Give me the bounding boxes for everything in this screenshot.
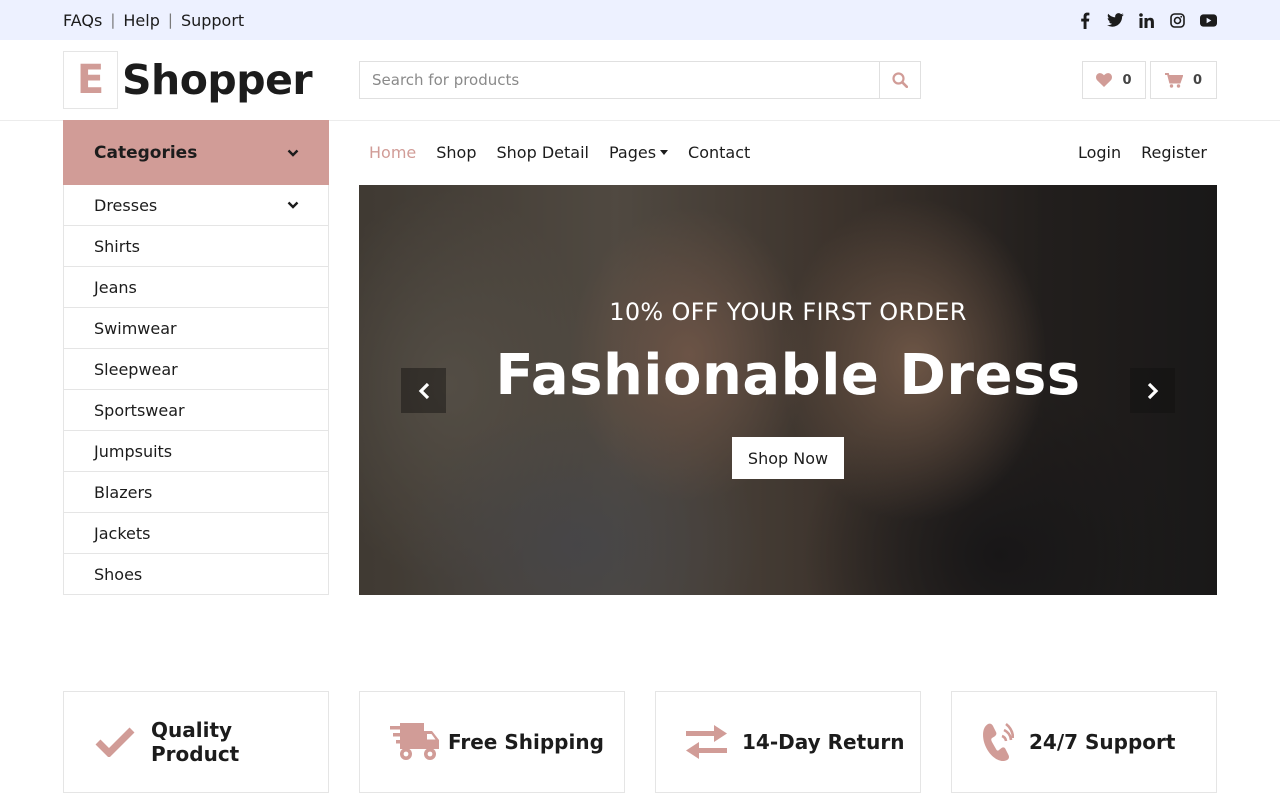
category-label: Jeans: [94, 277, 137, 297]
nav-shop-detail[interactable]: Shop Detail: [497, 143, 589, 162]
category-item-jackets[interactable]: Jackets: [64, 512, 328, 553]
category-item-shirts[interactable]: Shirts: [64, 225, 328, 266]
nav-pages[interactable]: Pages: [608, 143, 669, 162]
help-link[interactable]: Help: [123, 11, 159, 30]
category-item-jumpsuits[interactable]: Jumpsuits: [64, 430, 328, 471]
chevron-left-icon: [418, 382, 429, 399]
category-item-sleepwear[interactable]: Sleepwear: [64, 348, 328, 389]
instagram-icon[interactable]: [1169, 12, 1186, 29]
search-bar: [359, 61, 921, 99]
category-item-jeans[interactable]: Jeans: [64, 266, 328, 307]
categories-toggle[interactable]: Categories: [63, 120, 329, 185]
top-links: FAQs | Help | Support: [63, 0, 244, 40]
wishlist-count: 0: [1122, 72, 1132, 88]
feature-label: 24/7 Support: [1029, 730, 1176, 754]
carousel-next-button[interactable]: [1130, 368, 1175, 413]
category-label: Jackets: [94, 523, 151, 543]
category-item-blazers[interactable]: Blazers: [64, 471, 328, 512]
category-label: Dresses: [94, 195, 158, 215]
separator: |: [110, 11, 116, 29]
category-item-sportswear[interactable]: Sportswear: [64, 389, 328, 430]
login-link[interactable]: Login: [1078, 143, 1121, 162]
nav-home[interactable]: Home: [369, 143, 416, 162]
shopping-cart-icon: [1164, 72, 1183, 88]
register-link[interactable]: Register: [1141, 143, 1207, 162]
chevron-right-icon: [1147, 382, 1158, 399]
support-link[interactable]: Support: [181, 11, 244, 30]
feature-label: 14-Day Return: [742, 730, 905, 754]
cart-count: 0: [1192, 72, 1203, 88]
exchange-arrows-icon: [686, 725, 727, 759]
top-bar: FAQs | Help | Support: [0, 0, 1280, 40]
feature-label: Free Shipping: [448, 730, 604, 754]
search-input[interactable]: [360, 62, 879, 98]
category-label: Shirts: [94, 236, 140, 256]
heart-icon: [1096, 73, 1113, 87]
twitter-icon[interactable]: [1107, 12, 1124, 29]
search-button[interactable]: [879, 62, 920, 98]
phone-volume-icon: [982, 722, 1014, 762]
category-label: Shoes: [94, 564, 143, 584]
category-label: Sportswear: [94, 400, 185, 420]
site-logo[interactable]: E Shopper: [63, 51, 313, 109]
separator: |: [167, 11, 173, 29]
hero-subtitle: 10% OFF YOUR FIRST ORDER: [609, 298, 967, 326]
hero-title: Fashionable Dress: [495, 343, 1081, 408]
category-label: Jumpsuits: [94, 441, 173, 461]
wishlist-button[interactable]: 0: [1082, 61, 1146, 99]
category-item-dresses[interactable]: Dresses: [64, 185, 328, 225]
auth-links: Login Register: [1078, 120, 1207, 185]
linkedin-icon[interactable]: [1138, 12, 1155, 29]
facebook-icon[interactable]: [1076, 12, 1093, 29]
feature-14-day-return: 14-Day Return: [655, 691, 921, 793]
main-nav: Home Shop Shop Detail Pages Contact: [369, 120, 770, 185]
nav-pages-label: Pages: [608, 143, 657, 162]
category-label: Swimwear: [94, 318, 177, 338]
logo-text: Shopper: [122, 56, 313, 104]
category-label: Sleepwear: [94, 359, 178, 379]
social-links: [1076, 0, 1217, 40]
category-label: Blazers: [94, 482, 153, 502]
caret-down-icon: [660, 150, 669, 155]
category-list: Dresses Shirts Jeans Swimwear Sleepwear …: [63, 185, 329, 595]
category-item-shoes[interactable]: Shoes: [64, 553, 328, 594]
categories-title: Categories: [94, 142, 198, 163]
youtube-icon[interactable]: [1200, 12, 1217, 29]
check-icon: [95, 727, 135, 757]
feature-free-shipping: Free Shipping: [359, 691, 625, 793]
carousel-prev-button[interactable]: [401, 368, 446, 413]
hero-carousel: 10% OFF YOUR FIRST ORDER Fashionable Dre…: [359, 185, 1217, 595]
shop-now-button[interactable]: Shop Now: [732, 437, 844, 479]
feature-24-7-support: 24/7 Support: [951, 691, 1217, 793]
faqs-link[interactable]: FAQs: [63, 11, 102, 30]
nav-shop[interactable]: Shop: [436, 143, 476, 162]
shipping-truck-icon: [390, 722, 440, 762]
category-item-swimwear[interactable]: Swimwear: [64, 307, 328, 348]
chevron-down-icon: [287, 201, 299, 209]
nav-contact[interactable]: Contact: [688, 143, 750, 162]
chevron-down-icon: [287, 149, 299, 157]
cart-button[interactable]: 0: [1150, 61, 1217, 99]
feature-quality-product: Quality Product: [63, 691, 329, 793]
feature-label: Quality Product: [151, 718, 240, 766]
logo-letter: E: [63, 51, 118, 109]
search-icon: [892, 72, 908, 88]
